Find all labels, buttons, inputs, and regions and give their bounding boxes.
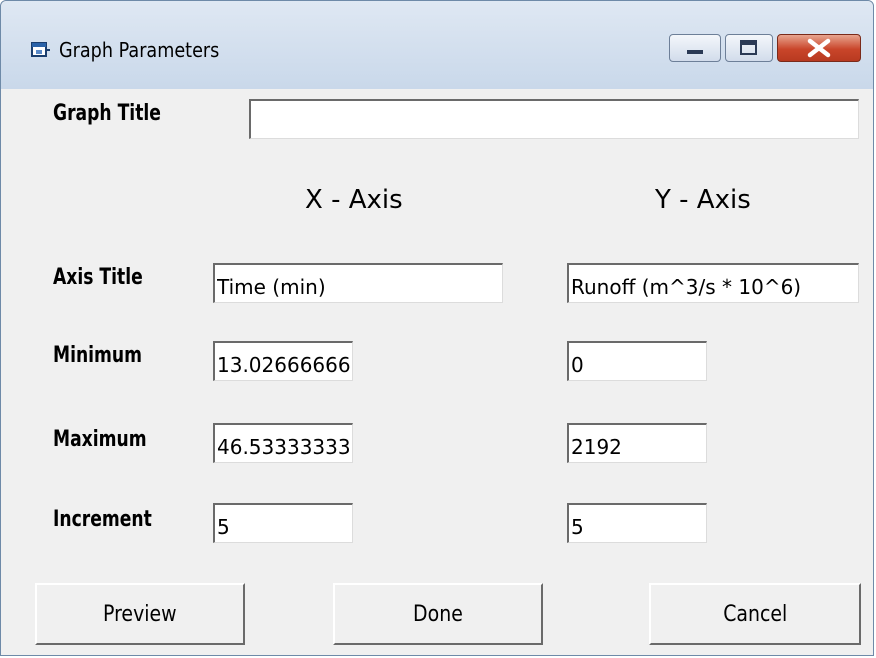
dialog-body: Graph Title X - Axis Y - Axis Axis Title…	[9, 89, 865, 649]
maximize-icon	[740, 40, 757, 55]
preview-button-label: Preview	[103, 601, 177, 627]
close-icon	[807, 38, 831, 58]
graph-title-input[interactable]	[249, 99, 859, 139]
app-window-icon	[31, 42, 50, 57]
y-minimum-input[interactable]	[567, 341, 707, 381]
y-axis-header: Y - Axis	[655, 185, 751, 215]
x-axis-title-input[interactable]	[213, 263, 503, 303]
minimum-label: Minimum	[53, 343, 143, 368]
maximum-label: Maximum	[53, 427, 147, 452]
x-maximum-input[interactable]	[213, 423, 353, 463]
minimize-icon	[687, 50, 703, 54]
graph-parameters-window: Graph Parameters Graph Title X - Axis Y …	[0, 0, 874, 656]
preview-button[interactable]: Preview	[35, 583, 245, 645]
cancel-button-label: Cancel	[722, 601, 788, 627]
title-bar[interactable]: Graph Parameters	[1, 1, 873, 89]
increment-label: Increment	[53, 507, 152, 532]
axis-title-label: Axis Title	[53, 265, 143, 290]
done-button-label: Done	[413, 601, 463, 627]
minimize-button[interactable]	[669, 34, 721, 62]
maximize-button[interactable]	[725, 34, 773, 62]
close-button[interactable]	[777, 34, 861, 62]
window-title: Graph Parameters	[59, 38, 220, 62]
x-increment-input[interactable]	[213, 503, 353, 543]
graph-title-label: Graph Title	[53, 101, 161, 126]
y-maximum-input[interactable]	[567, 423, 707, 463]
done-button[interactable]: Done	[333, 583, 543, 645]
x-minimum-input[interactable]	[213, 341, 353, 381]
cancel-button[interactable]: Cancel	[649, 583, 861, 645]
x-axis-header: X - Axis	[305, 185, 403, 215]
y-increment-input[interactable]	[567, 503, 707, 543]
y-axis-title-input[interactable]	[567, 263, 859, 303]
